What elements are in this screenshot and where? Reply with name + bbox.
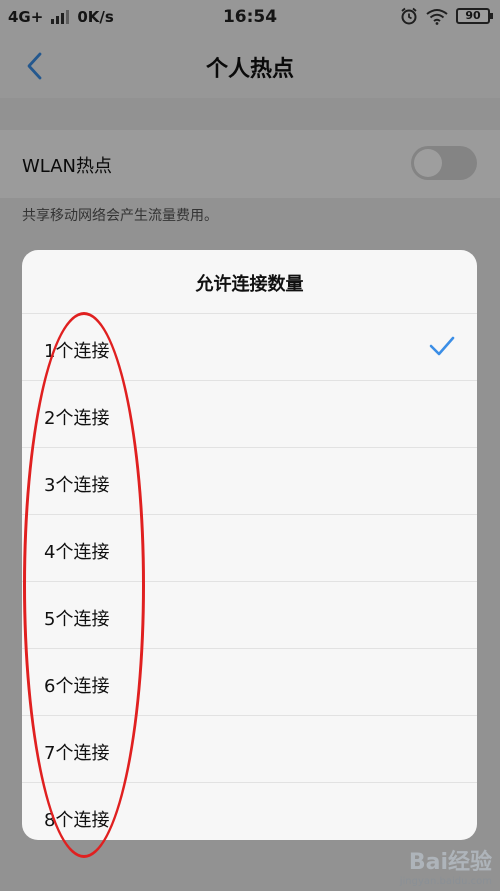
option-label: 5个连接 <box>44 609 110 630</box>
option-7-connections[interactable]: 7个连接 <box>22 715 477 782</box>
checkmark-icon <box>429 336 455 356</box>
option-5-connections[interactable]: 5个连接 <box>22 581 477 648</box>
option-label: 6个连接 <box>44 676 110 697</box>
option-3-connections[interactable]: 3个连接 <box>22 447 477 514</box>
watermark-logo: Bai经验 <box>408 850 492 875</box>
option-label: 4个连接 <box>44 542 110 563</box>
option-4-connections[interactable]: 4个连接 <box>22 514 477 581</box>
option-label: 3个连接 <box>44 475 110 496</box>
option-label: 2个连接 <box>44 408 110 429</box>
dialog-title: 允许连接数量 <box>195 274 304 295</box>
watermark-url: jingyan.baidu.com <box>399 876 492 887</box>
option-label: 1个连接 <box>44 341 110 362</box>
option-1-connection[interactable]: 1个连接 <box>22 313 477 380</box>
option-6-connections[interactable]: 6个连接 <box>22 648 477 715</box>
connection-limit-dialog: 允许连接数量 1个连接 2个连接 3个连接 4个连接 5个连接 6个连接 7个连… <box>22 250 477 840</box>
option-label: 8个连接 <box>44 810 110 831</box>
option-2-connections[interactable]: 2个连接 <box>22 380 477 447</box>
baidu-jingyan-watermark: Bai经验 jingyan.baidu.com <box>400 844 492 887</box>
option-8-connections[interactable]: 8个连接 <box>22 782 477 840</box>
option-label: 7个连接 <box>44 743 110 764</box>
